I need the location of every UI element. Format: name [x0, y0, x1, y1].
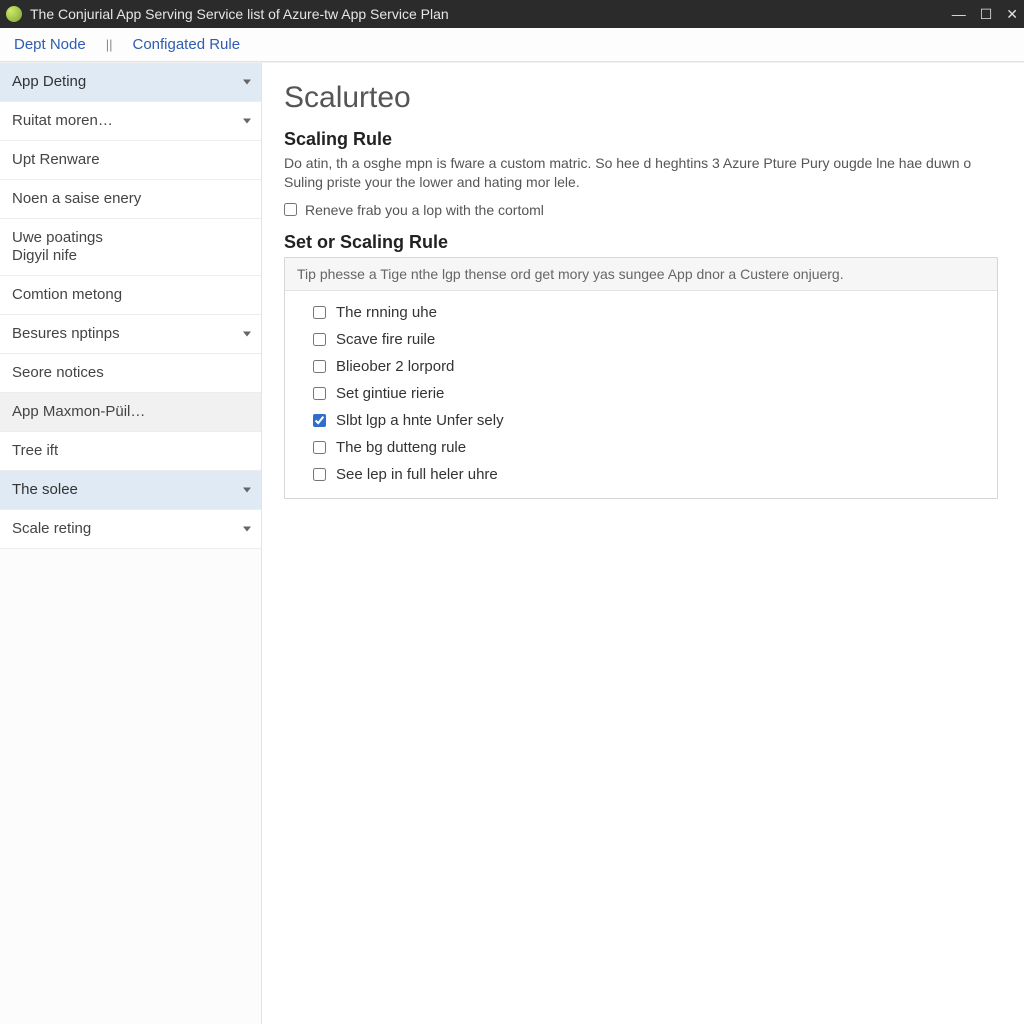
remove-checkbox-row[interactable]: Reneve frab you a lop with the cortoml — [284, 202, 998, 218]
breadcrumb-current[interactable]: Configated Rule — [132, 36, 240, 53]
rule-option-3[interactable]: Set gintiue rierie — [309, 380, 989, 407]
minimize-button[interactable]: — — [952, 7, 966, 21]
rule-option-label-6: See lep in full heler uhre — [336, 466, 498, 483]
set-scaling-rule-heading: Set or Scaling Rule — [284, 232, 998, 253]
sidebar-item-7[interactable]: Seore notices — [0, 354, 261, 393]
app-icon — [6, 6, 22, 22]
sidebar-item-0[interactable]: App Deting — [0, 63, 261, 102]
remove-checkbox[interactable] — [284, 203, 297, 216]
rule-option-label-3: Set gintiue rierie — [336, 385, 444, 402]
work-area: App DetingRuitat moren…Upt RenwareNoen a… — [0, 62, 1024, 1024]
breadcrumb: Dept Node || Configated Rule — [0, 28, 1024, 62]
rule-option-6[interactable]: See lep in full heler uhre — [309, 461, 989, 488]
window-buttons: — ☐ ✕ — [952, 7, 1018, 21]
rule-option-label-1: Scave fire ruile — [336, 331, 435, 348]
sidebar-item-6[interactable]: Besures nptinps — [0, 315, 261, 354]
scaling-rule-description: Do atin, th a osghe mpn is fware a custo… — [284, 154, 998, 192]
rule-option-label-4: Slbt lgp a hnte Unfer sely — [336, 412, 504, 429]
rule-option-checkbox-1[interactable] — [313, 333, 326, 346]
sidebar-item-9[interactable]: Tree ift — [0, 432, 261, 471]
rule-option-checkbox-3[interactable] — [313, 387, 326, 400]
rule-option-checkbox-5[interactable] — [313, 441, 326, 454]
scaling-rule-hint: Tip phesse a Tige nthe lgp thense ord ge… — [285, 258, 997, 291]
rule-option-label-2: Blieober 2 lorpord — [336, 358, 454, 375]
sidebar-item-1[interactable]: Ruitat moren… — [0, 102, 261, 141]
sidebar: App DetingRuitat moren…Upt RenwareNoen a… — [0, 63, 262, 1024]
scaling-rule-box: Tip phesse a Tige nthe lgp thense ord ge… — [284, 257, 998, 499]
sidebar-item-8[interactable]: App Maxmon-Püil… — [0, 393, 261, 432]
rule-option-label-5: The bg dutteng rule — [336, 439, 466, 456]
breadcrumb-separator: || — [106, 37, 113, 52]
remove-checkbox-label: Reneve frab you a lop with the cortoml — [305, 202, 544, 218]
rule-option-2[interactable]: Blieober 2 lorpord — [309, 353, 989, 380]
rule-option-label-0: The rnning uhe — [336, 304, 437, 321]
sidebar-item-2[interactable]: Upt Renware — [0, 141, 261, 180]
rule-option-4[interactable]: Slbt lgp a hnte Unfer sely — [309, 407, 989, 434]
main-content: Scalurteo Scaling Rule Do atin, th a osg… — [262, 63, 1024, 1024]
rule-option-checkbox-2[interactable] — [313, 360, 326, 373]
rule-option-checkbox-4[interactable] — [313, 414, 326, 427]
rule-option-checkbox-0[interactable] — [313, 306, 326, 319]
window-titlebar: The Conjurial App Serving Service list o… — [0, 0, 1024, 28]
page-title: Scalurteo — [284, 81, 998, 115]
maximize-button[interactable]: ☐ — [980, 7, 993, 21]
sidebar-item-4[interactable]: Uwe poatings Digyil nife — [0, 219, 261, 276]
close-button[interactable]: ✕ — [1006, 7, 1018, 21]
breadcrumb-root[interactable]: Dept Node — [14, 36, 86, 53]
scaling-rule-options: The rnning uhe Scave fire ruile Blieober 2… — [285, 291, 997, 498]
sidebar-item-11[interactable]: Scale reting — [0, 510, 261, 549]
sidebar-item-3[interactable]: Noen a saise enery — [0, 180, 261, 219]
window-title: The Conjurial App Serving Service list o… — [30, 6, 952, 22]
rule-option-5[interactable]: The bg dutteng rule — [309, 434, 989, 461]
sidebar-item-5[interactable]: Comtion metong — [0, 276, 261, 315]
sidebar-item-10[interactable]: The solee — [0, 471, 261, 510]
scaling-rule-heading: Scaling Rule — [284, 129, 998, 150]
rule-option-1[interactable]: Scave fire ruile — [309, 326, 989, 353]
rule-option-checkbox-6[interactable] — [313, 468, 326, 481]
rule-option-0[interactable]: The rnning uhe — [309, 299, 989, 326]
